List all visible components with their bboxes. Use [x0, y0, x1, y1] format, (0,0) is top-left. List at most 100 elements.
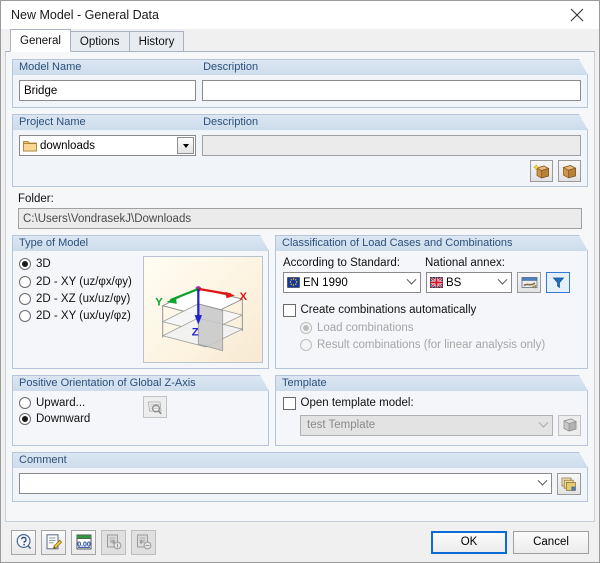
- tab-general[interactable]: General: [10, 29, 71, 52]
- new-project-button[interactable]: [530, 160, 553, 182]
- comment-group: Comment: [12, 452, 588, 502]
- project-name-legend: Project Name: [19, 116, 86, 128]
- annex-combo[interactable]: BS: [426, 272, 512, 293]
- standard-combo[interactable]: EN 1990: [283, 272, 421, 293]
- comment-library-button[interactable]: [557, 473, 581, 495]
- edit-annex-button[interactable]: [517, 272, 541, 293]
- folder-path-field: C:\Users\VondrasekJ\Downloads: [18, 208, 582, 229]
- template-body: Open template model: test Template: [275, 391, 588, 446]
- project-name-dropdown-arrow[interactable]: [177, 137, 194, 154]
- model-name-group: Model Name Description: [12, 59, 588, 108]
- comment-header: Comment: [12, 452, 588, 468]
- help-icon: [16, 533, 31, 550]
- radio-3d[interactable]: 3D: [19, 258, 137, 270]
- auto-combinations-checkbox[interactable]: Create combinations automatically: [283, 304, 581, 317]
- classification-header: Classification of Load Cases and Combina…: [275, 235, 588, 251]
- radio-downward[interactable]: Downward: [19, 413, 143, 425]
- svg-text:X: X: [240, 291, 248, 303]
- comment-body: [12, 468, 588, 502]
- model-description-input[interactable]: [202, 80, 581, 101]
- radio-2d-xy-ux[interactable]: 2D - XY (ux/uy/φz): [19, 310, 137, 322]
- annex-dropdown-arrow[interactable]: [493, 274, 511, 286]
- edit-note-icon: [46, 534, 62, 550]
- template-browse-button: [558, 414, 581, 436]
- tab-general-label: General: [20, 34, 61, 47]
- export-document-button: [131, 529, 156, 555]
- radio-2d-xy-ux-indicator: [19, 310, 31, 322]
- model-type-preview: X Y Z: [143, 256, 263, 363]
- help-button[interactable]: [11, 529, 36, 555]
- z-axis-preview-button: [143, 396, 167, 418]
- comment-dropdown-arrow[interactable]: [533, 475, 551, 487]
- radio-upward-indicator: [19, 397, 31, 409]
- edit-annex-icon: [521, 276, 537, 289]
- project-name-group: Project Name Description downloads: [12, 114, 588, 187]
- folder-icon: [23, 140, 37, 152]
- filter-icon: [552, 277, 564, 289]
- annex-value: BS: [446, 276, 462, 289]
- model-name-input[interactable]: [19, 80, 196, 101]
- radio-load-combinations-label: Load combinations: [317, 321, 414, 334]
- folder-label: Folder:: [18, 193, 54, 205]
- eu-flag-icon: [287, 277, 300, 288]
- project-name-combo[interactable]: downloads: [19, 135, 196, 156]
- units-calculator-icon: 0.00: [76, 534, 91, 550]
- standard-dropdown-arrow[interactable]: [402, 274, 420, 286]
- radio-load-combinations-indicator: [300, 321, 312, 334]
- radio-load-combinations: Load combinations: [300, 321, 581, 334]
- z-axis-header: Positive Orientation of Global Z-Axis: [12, 375, 269, 391]
- close-icon: [570, 8, 584, 21]
- radio-result-combinations-indicator: [300, 338, 312, 351]
- tab-history[interactable]: History: [128, 31, 185, 52]
- window-title: New Model - General Data: [11, 7, 159, 22]
- model-name-group-header: Model Name Description: [12, 59, 588, 75]
- template-header: Template: [275, 375, 588, 391]
- radio-2d-xy-uz-indicator: [19, 276, 31, 288]
- classification-group: Classification of Load Cases and Combina…: [275, 235, 588, 369]
- radio-downward-indicator: [19, 413, 31, 425]
- close-button[interactable]: [555, 1, 599, 28]
- z-axis-body: Upward... Downward: [12, 391, 269, 446]
- tab-options[interactable]: Options: [69, 31, 130, 52]
- dialog-footer: 0.00 OK Cancel: [1, 522, 599, 562]
- standard-value: EN 1990: [303, 276, 348, 289]
- comment-combo[interactable]: [19, 473, 552, 494]
- z-axis-group: Positive Orientation of Global Z-Axis Up…: [12, 375, 269, 446]
- auto-combinations-check-indicator: [283, 304, 296, 317]
- radio-2d-xy-uz[interactable]: 2D - XY (uz/φx/φy): [19, 276, 137, 288]
- radio-2d-xz-indicator: [19, 293, 31, 305]
- open-project-button[interactable]: [558, 160, 581, 182]
- bottom-options-row: Positive Orientation of Global Z-Axis Up…: [12, 375, 588, 446]
- svg-text:Z: Z: [192, 327, 199, 339]
- model-description-legend: Description: [203, 61, 259, 73]
- template-combo: test Template: [300, 414, 553, 436]
- project-name-group-body: downloads: [12, 130, 588, 187]
- uk-flag-icon: [430, 277, 443, 288]
- open-template-checkbox[interactable]: Open template model:: [283, 397, 581, 410]
- cancel-button[interactable]: Cancel: [513, 530, 589, 554]
- radio-upward[interactable]: Upward...: [19, 397, 143, 409]
- radio-2d-xz[interactable]: 2D - XZ (ux/uz/φy): [19, 293, 137, 305]
- template-group: Template Open template model: test Templ…: [275, 375, 588, 446]
- template-value: test Template: [307, 419, 376, 431]
- type-of-model-group: Type of Model 3D 2D - XY (uz/φx/φy) 2D -…: [12, 235, 269, 369]
- filter-button[interactable]: [546, 272, 570, 293]
- open-template-label: Open template model:: [300, 397, 414, 410]
- project-name-group-header: Project Name Description: [12, 114, 588, 130]
- edit-note-button[interactable]: [41, 529, 66, 555]
- zoom-preview-icon: [148, 401, 162, 414]
- radio-upward-label: Upward...: [36, 397, 86, 409]
- template-browse-icon: [562, 418, 577, 432]
- radio-result-combinations: Result combinations (for linear analysis…: [300, 338, 581, 351]
- project-description-field: [202, 135, 581, 156]
- units-button[interactable]: 0.00: [71, 529, 96, 555]
- auto-combinations-label: Create combinations automatically: [300, 304, 477, 317]
- model-name-group-body: [12, 75, 588, 108]
- import-document-icon: [106, 534, 121, 550]
- ok-button[interactable]: OK: [431, 530, 507, 554]
- radio-3d-label: 3D: [36, 258, 51, 270]
- open-template-check-indicator: [283, 397, 296, 410]
- template-dropdown-arrow: [534, 417, 552, 429]
- open-project-icon: [562, 164, 577, 178]
- radio-result-combinations-label: Result combinations (for linear analysis…: [317, 338, 546, 351]
